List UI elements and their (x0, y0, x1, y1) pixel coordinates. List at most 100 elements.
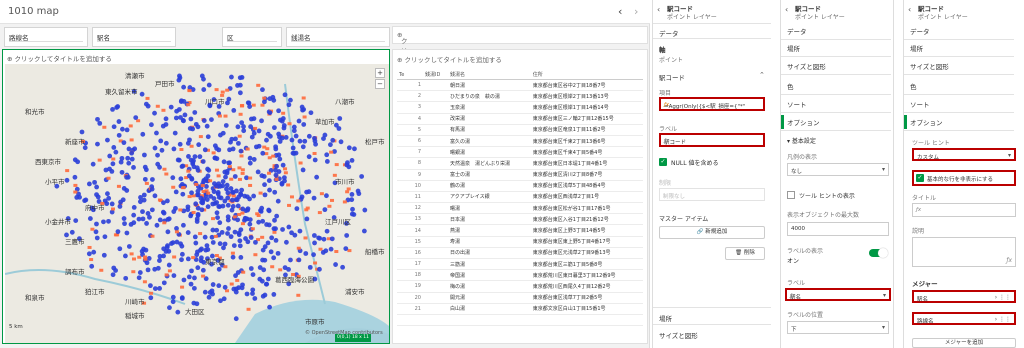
station-point[interactable] (155, 265, 161, 271)
filter-pane-station[interactable]: 駅名 (92, 27, 176, 47)
bath-point[interactable] (250, 227, 255, 231)
station-point[interactable] (271, 97, 277, 103)
station-point[interactable] (121, 216, 127, 221)
station-point[interactable] (120, 126, 125, 132)
bath-point[interactable] (248, 183, 253, 187)
station-point[interactable] (235, 217, 241, 223)
delete-button[interactable]: 🗑 削除 (725, 247, 765, 260)
menu-item[interactable]: 色 (787, 81, 794, 91)
station-point[interactable] (195, 188, 201, 194)
measure-item-line[interactable]: 路線名 › ⋮⋮ (912, 312, 1016, 325)
bath-name-cell[interactable]: 梅の湯 (448, 280, 531, 293)
bath-point[interactable] (216, 174, 221, 178)
station-point[interactable] (281, 125, 287, 131)
station-point[interactable] (109, 169, 115, 174)
station-point[interactable] (111, 124, 117, 130)
station-point[interactable] (212, 155, 218, 161)
bath-point[interactable] (220, 93, 225, 97)
label-select[interactable]: 駅名 ƒx ▾ (785, 288, 891, 301)
station-point[interactable] (124, 174, 130, 180)
station-point[interactable] (256, 219, 262, 225)
bath-point[interactable] (230, 251, 235, 255)
station-point[interactable] (311, 252, 316, 258)
station-point[interactable] (175, 309, 181, 315)
table-row[interactable]: 10 鶴の湯 東京都台東区浅草5丁目48番4号 (397, 180, 643, 192)
station-point[interactable] (294, 206, 300, 212)
station-point[interactable] (196, 142, 202, 148)
station-point[interactable] (324, 193, 329, 199)
bath-point[interactable] (164, 172, 169, 176)
station-point[interactable] (228, 139, 233, 145)
station-point[interactable] (205, 204, 211, 210)
station-point[interactable] (210, 227, 216, 233)
bath-point[interactable] (240, 171, 245, 175)
drag-handle-icon[interactable]: › ⋮⋮ (995, 316, 1011, 323)
station-point[interactable] (225, 100, 230, 106)
bath-point[interactable] (201, 274, 206, 278)
station-point[interactable] (110, 106, 115, 112)
station-point[interactable] (314, 174, 320, 180)
station-point[interactable] (124, 230, 130, 236)
row-index-cell[interactable]: 9 (397, 169, 423, 181)
station-point[interactable] (157, 285, 163, 291)
bath-id-cell[interactable] (423, 101, 448, 114)
station-point[interactable] (152, 145, 158, 151)
station-point[interactable] (216, 181, 222, 187)
station-point[interactable] (200, 159, 206, 164)
table-row[interactable]: 21 白山湯 東京都文京区白山1丁目15番1号 (397, 303, 643, 315)
bath-point[interactable] (128, 124, 133, 128)
station-point[interactable] (175, 157, 181, 163)
station-point[interactable] (245, 239, 251, 245)
station-point[interactable] (150, 177, 155, 182)
station-point[interactable] (272, 217, 277, 223)
address-cell[interactable]: 東京都台東区松が谷1丁目17番1号 (530, 202, 643, 215)
station-point[interactable] (116, 119, 122, 124)
bath-point[interactable] (329, 150, 334, 154)
bath-point[interactable] (238, 112, 243, 116)
station-point[interactable] (180, 191, 186, 197)
bath-point[interactable] (281, 111, 286, 115)
station-point[interactable] (204, 243, 210, 249)
station-point[interactable] (181, 222, 186, 228)
station-point[interactable] (235, 203, 241, 209)
map-canvas[interactable]: 戸田市 川口市 和光市 新座市 西東京市 清瀬市 東久留米市 小平市 小金井市 三鷹市 調布市 狛江市… (5, 64, 389, 343)
station-point[interactable] (185, 230, 191, 235)
row-index-cell[interactable]: 21 (397, 303, 423, 315)
station-point[interactable] (182, 112, 188, 118)
bath-point[interactable] (145, 96, 150, 100)
station-point[interactable] (179, 251, 185, 257)
station-point[interactable] (95, 194, 101, 200)
table-title-placeholder[interactable]: ⊕ クリックしてタイトルを追加する (397, 54, 502, 64)
station-point[interactable] (286, 102, 292, 108)
station-point[interactable] (141, 192, 147, 198)
fx-icon[interactable]: ƒx (664, 138, 760, 144)
station-point[interactable] (195, 265, 201, 271)
bath-point[interactable] (178, 208, 183, 212)
station-point[interactable] (132, 146, 138, 152)
station-point[interactable] (201, 87, 207, 92)
table-row[interactable]: 18 帝国湯 東京都荒川区東日暮里3丁目12番9号 (397, 269, 643, 282)
station-point[interactable] (186, 173, 192, 179)
station-point[interactable] (145, 211, 151, 216)
station-point[interactable] (311, 233, 317, 238)
station-point[interactable] (301, 122, 307, 127)
bath-id-cell[interactable] (423, 90, 448, 103)
bath-id-cell[interactable] (423, 236, 448, 248)
station-point[interactable] (210, 240, 216, 245)
station-point[interactable] (228, 186, 234, 191)
include-null-checkbox[interactable]: ✓ (659, 158, 667, 166)
station-point[interactable] (179, 296, 185, 301)
station-point[interactable] (146, 256, 152, 261)
measure-item-station[interactable]: 駅名 › ⋮⋮ (912, 290, 1016, 303)
address-cell[interactable]: 東京都台東区竜泉1丁目11番2号 (530, 124, 643, 136)
station-point[interactable] (277, 156, 283, 162)
station-point[interactable] (225, 190, 231, 196)
station-point[interactable] (74, 195, 80, 200)
station-point[interactable] (122, 221, 127, 227)
bath-id-cell[interactable] (423, 213, 448, 226)
station-point[interactable] (276, 152, 282, 158)
bath-point[interactable] (253, 253, 258, 257)
map-svg[interactable]: 戸田市川口市和光市新座市西東京市 清瀬市東久留米市小平市小金井市三鷹市調布市狛江市… (5, 64, 389, 343)
station-point[interactable] (190, 159, 196, 165)
station-point[interactable] (192, 275, 197, 281)
